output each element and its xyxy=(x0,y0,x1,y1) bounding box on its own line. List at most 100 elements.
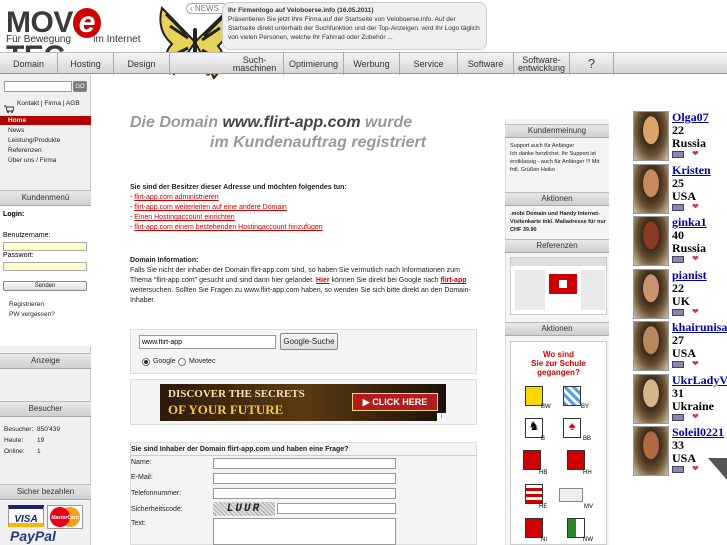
crest-hh-icon xyxy=(567,450,585,470)
heart-icon[interactable]: ❤ xyxy=(692,149,699,158)
nav-optimierung[interactable]: Optimierung xyxy=(284,53,344,75)
form-captcha-input[interactable] xyxy=(277,503,396,514)
referenz-screenshot[interactable] xyxy=(510,257,607,315)
nav-software[interactable]: Software xyxy=(458,53,514,75)
form-text-area[interactable] xyxy=(213,518,396,545)
radio-movetec-label: Movetec xyxy=(189,358,216,365)
info-text: Falls Sie nicht der inhaber der Domain f… xyxy=(130,267,471,304)
crest-nw-label: NW xyxy=(583,537,593,543)
owner-link-admin[interactable]: - flirt-app.com administrieren xyxy=(130,193,219,203)
menu-news[interactable]: News xyxy=(8,126,24,136)
register-link[interactable]: Registrieren xyxy=(9,301,44,308)
radio-movetec[interactable] xyxy=(178,358,186,366)
nav-suchmaschinen[interactable]: Such- maschinen xyxy=(226,53,284,75)
profile-status-icon xyxy=(672,361,684,368)
crest-nw-icon xyxy=(567,518,585,538)
nav-service[interactable]: Service xyxy=(400,53,458,75)
news-title[interactable]: Ihr Firmenlogo auf Veloboerse.info (16.0… xyxy=(228,6,481,15)
radio-google-label: Google xyxy=(153,358,176,365)
nav-hosting[interactable]: Hosting xyxy=(58,53,114,75)
google-hier-link[interactable]: Hier xyxy=(316,277,330,284)
nav-help[interactable]: ? xyxy=(570,53,614,75)
besucher-header: Besucher xyxy=(0,401,91,417)
send-button[interactable]: Senden xyxy=(3,281,87,291)
info-heading: Domain Information: xyxy=(130,257,199,264)
nav-domain[interactable]: Domain xyxy=(0,53,58,75)
scroll-arrow-icon[interactable] xyxy=(708,458,727,480)
ad-click-button[interactable]: ▶ CLICK HERE xyxy=(352,393,438,411)
radio-google[interactable] xyxy=(142,358,150,366)
ad-info-icon[interactable]: i xyxy=(437,413,446,421)
form-phone-input[interactable] xyxy=(213,488,396,499)
crest-ni-icon xyxy=(525,518,543,538)
google-search-input[interactable] xyxy=(139,335,276,349)
google-term-link[interactable]: flirt-app xyxy=(440,277,466,284)
password-field[interactable] xyxy=(3,262,87,271)
heart-icon[interactable]: ❤ xyxy=(692,359,699,368)
profile-photo[interactable] xyxy=(633,321,669,371)
kundenmeinung-header: Kundenmeinung xyxy=(505,124,609,138)
aktionen-header: Aktionen xyxy=(505,192,609,206)
site-search-input[interactable] xyxy=(4,81,72,92)
crest-mv-icon xyxy=(559,488,583,502)
movetec-logo[interactable]: MOVeTEC Für Bewegung im Internet xyxy=(6,6,141,73)
search-go-button[interactable]: GO xyxy=(73,81,87,92)
menu-ueber-uns[interactable]: Über uns / Firma xyxy=(8,156,56,166)
link-agb[interactable]: AGB xyxy=(66,100,80,107)
google-search-button[interactable]: Google-Suche xyxy=(280,333,338,350)
owner-link-hosting[interactable]: - Einen Hostingaccount einrichten xyxy=(130,213,235,223)
form-label-captcha: Sicherheitscode: xyxy=(131,506,183,513)
stat-today-value: 19 xyxy=(37,437,45,444)
link-kontakt[interactable]: Kontakt xyxy=(17,100,39,107)
profile-photo[interactable] xyxy=(633,426,669,476)
owner-link-redirect[interactable]: - flirt-app.com weiterleiten auf eine an… xyxy=(130,203,287,213)
school-ad[interactable]: Wo sind Sie zur Schule gegangen? xyxy=(510,341,607,545)
profile-status-icon xyxy=(672,204,684,211)
form-name-input[interactable] xyxy=(213,458,396,469)
link-firma[interactable]: Firma xyxy=(44,100,61,107)
crest-bb-icon: ♠ xyxy=(563,418,581,438)
login-panel xyxy=(0,206,91,346)
heart-icon[interactable]: ❤ xyxy=(692,202,699,211)
profile-status-icon xyxy=(672,466,684,473)
profile-status-icon xyxy=(672,309,684,316)
pay-header: Sicher bezahlen xyxy=(0,484,91,500)
profile-status-icon xyxy=(672,414,684,421)
form-email-input[interactable] xyxy=(213,473,396,484)
profile-photo[interactable] xyxy=(633,374,669,424)
profile-photo[interactable] xyxy=(633,164,669,214)
cart-icon[interactable] xyxy=(4,100,15,113)
menu-leistung[interactable]: Leistung/Produkte xyxy=(8,136,60,146)
kundenmeinung-text: Support auch für Anfänger Ich danke herz… xyxy=(510,143,600,173)
crest-mv-label: MV xyxy=(584,504,593,510)
owner-link-add-hosting[interactable]: - flirt-app.com einem bestehenden Hostin… xyxy=(130,223,323,233)
form-label-name: Name: xyxy=(131,459,152,466)
stat-today-label: Heute: xyxy=(4,437,24,444)
heart-icon[interactable]: ❤ xyxy=(692,464,699,473)
aktionen2-header: Aktionen xyxy=(505,322,609,336)
profile-photo[interactable] xyxy=(633,216,669,266)
nav-werbung[interactable]: Werbung xyxy=(344,53,400,75)
news-ticker[interactable]: Ihr Firmenlogo auf Veloboerse.info (16.0… xyxy=(222,2,487,50)
heart-icon[interactable]: ❤ xyxy=(692,412,699,421)
form-label-phone: Telefonnummer: xyxy=(131,490,182,497)
username-field[interactable] xyxy=(3,242,87,251)
heart-icon[interactable]: ❤ xyxy=(692,254,699,263)
menu-referenzen[interactable]: Referenzen xyxy=(8,146,42,156)
heart-icon[interactable]: ❤ xyxy=(692,307,699,316)
nav-design[interactable]: Design xyxy=(114,53,170,75)
profile-photo[interactable] xyxy=(633,111,669,161)
aktionen-text[interactable]: .mobi Domain und Handy Internet-Visitenk… xyxy=(510,210,606,234)
profile-country: Russia xyxy=(672,136,707,150)
ad-banner[interactable]: DISCOVER THE SECRETS OF YOUR FUTURE ▶ CL… xyxy=(160,384,446,421)
profile-photo[interactable] xyxy=(633,269,669,319)
nav-softwareentwicklung[interactable]: Software- entwicklung xyxy=(514,53,570,75)
menu-home[interactable]: Home xyxy=(0,116,91,125)
main-nav: Domain Hosting Design Such- maschinen Op… xyxy=(0,52,727,75)
crest-bw-label: BW xyxy=(541,404,551,410)
forgot-password-link[interactable]: PW vergessen? xyxy=(9,311,55,318)
visa-logo: VISA xyxy=(8,505,44,527)
stat-visitors-value: 850'439 xyxy=(37,426,60,433)
left-sidebar: GO Kontakt | Firma | AGB Home News Leist… xyxy=(0,74,91,545)
form-label-email: E-Mail: xyxy=(131,474,153,481)
